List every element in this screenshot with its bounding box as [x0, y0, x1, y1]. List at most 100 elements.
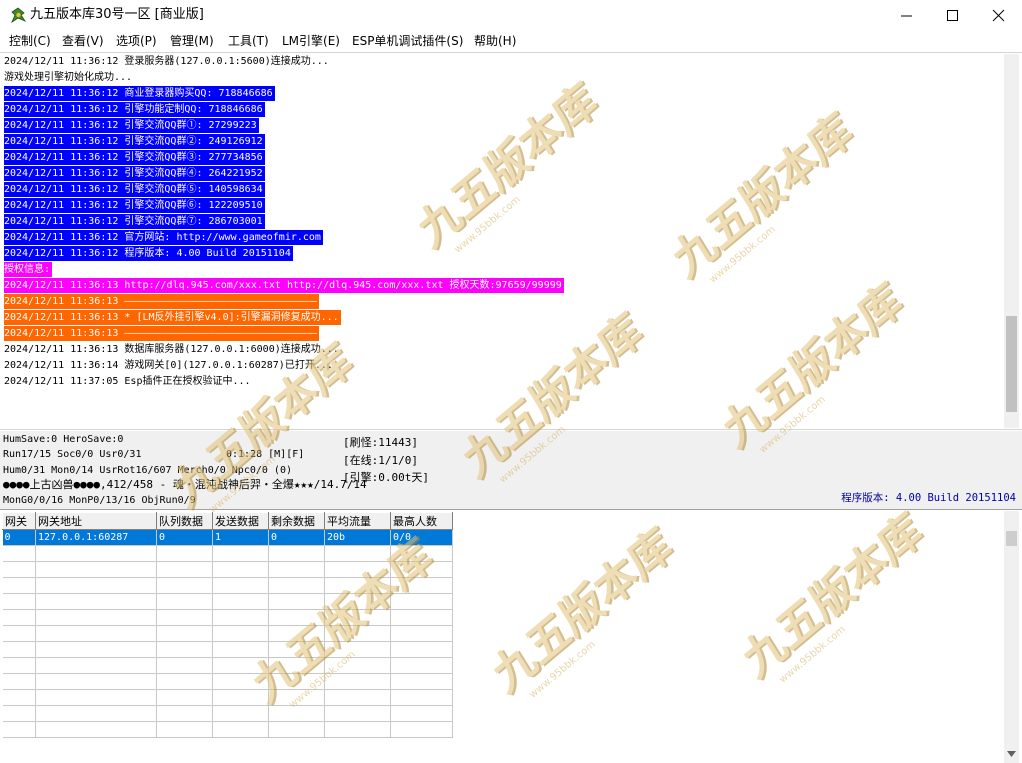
log-line: 2024/12/11 11:36:12 登录服务器(127.0.0.1:5600… [4, 56, 329, 67]
table-cell [390, 561, 453, 578]
table-cell [212, 657, 269, 674]
table-cell [156, 721, 213, 738]
menu-lm-engine[interactable]: LM引擎(E) [282, 32, 340, 50]
table-cell [2, 577, 36, 594]
log-line: 2024/12/11 11:36:14 游戏网关[0](127.0.0.1:60… [4, 360, 333, 371]
table-row[interactable] [2, 561, 453, 578]
table-cell [390, 705, 453, 722]
table-row[interactable] [2, 689, 453, 706]
column-header[interactable]: 队列数据 [156, 512, 213, 530]
log-line: 2024/12/11 11:36:12 引擎交流QQ群⑦: 286703001 [4, 214, 265, 229]
table-cell [390, 721, 453, 738]
table-row[interactable] [2, 657, 453, 674]
table-cell [268, 561, 325, 578]
table-cell [35, 609, 157, 626]
scrollbar-thumb[interactable] [1006, 531, 1017, 546]
table-cell [35, 721, 157, 738]
table-row[interactable] [2, 705, 453, 722]
menu-tools[interactable]: 工具(T) [228, 32, 269, 50]
log-line: 游戏处理引擎初始化成功... [4, 72, 133, 83]
table-cell [324, 561, 391, 578]
table-row[interactable] [2, 577, 453, 594]
table-row[interactable] [2, 625, 453, 642]
app-icon [11, 7, 27, 24]
table-row[interactable] [2, 641, 453, 658]
table-cell [390, 657, 453, 674]
log-line: 2024/12/11 11:36:12 引擎交流QQ群②: 249126912 [4, 134, 265, 149]
table-cell [35, 673, 157, 690]
log-line: 2024/12/11 11:36:12 引擎功能定制QQ: 718846686 [4, 102, 265, 117]
table-cell: 1 [212, 529, 269, 546]
table-cell [35, 689, 157, 706]
table-row[interactable]: 0 127.0.0.1:60287 0 1 0 20b 0/0 [2, 529, 453, 546]
table-cell [212, 625, 269, 642]
log-line: 2024/12/11 11:36:13 ————————————————————… [4, 326, 320, 341]
table-cell [2, 609, 36, 626]
chevron-down-icon[interactable] [1007, 751, 1016, 757]
table-cell: 0 [2, 529, 36, 546]
table-cell [2, 689, 36, 706]
table-cell [156, 641, 213, 658]
column-header[interactable]: 网关 [2, 512, 36, 530]
column-header[interactable]: 网关地址 [35, 512, 157, 530]
table-row[interactable] [2, 593, 453, 610]
close-button[interactable] [976, 0, 1022, 31]
table-cell [324, 625, 391, 642]
table-row[interactable] [2, 721, 453, 738]
table-cell [2, 641, 36, 658]
table-cell [2, 673, 36, 690]
gateway-table[interactable]: 网关 网关地址 队列数据 发送数据 剩余数据 平均流量 最高人数 0 127.0.0.1:60… [2, 512, 453, 738]
table-row[interactable] [2, 609, 453, 626]
table-cell [324, 593, 391, 610]
menu-options[interactable]: 选项(P) [116, 32, 157, 50]
table-row[interactable] [2, 545, 453, 562]
table-cell [2, 721, 36, 738]
log-panel[interactable]: 2024/12/11 11:36:12 登录服务器(127.0.0.1:5600… [0, 52, 1022, 430]
table-cell: 127.0.0.1:60287 [35, 529, 157, 546]
table-cell [35, 641, 157, 658]
menu-help[interactable]: 帮助(H) [474, 32, 516, 50]
log-scrollbar[interactable] [1004, 54, 1019, 428]
menu-manage[interactable]: 管理(M) [170, 32, 214, 50]
minimize-icon [901, 15, 912, 17]
menu-view[interactable]: 查看(V) [62, 32, 104, 50]
column-header[interactable]: 平均流量 [324, 512, 391, 530]
table-cell [35, 545, 157, 562]
table-cell [212, 593, 269, 610]
grid-scrollbar[interactable] [1004, 511, 1019, 763]
status-monster: ●●●●上古凶兽●●●●,412/458 - 魂・混沌战神后羿・全爆★★★/14… [3, 478, 367, 491]
table-cell [35, 657, 157, 674]
status-mong: MonG0/0/16 MonP0/13/16 ObjRun0/9 [3, 495, 196, 506]
menu-bar: 控制(C) 查看(V) 选项(P) 管理(M) 工具(T) LM引擎(E) ES… [0, 31, 1022, 51]
column-header[interactable]: 发送数据 [212, 512, 269, 530]
menu-control[interactable]: 控制(C) [9, 32, 51, 50]
table-cell [268, 641, 325, 658]
table-cell [35, 705, 157, 722]
table-cell [268, 657, 325, 674]
scrollbar-thumb[interactable] [1006, 316, 1017, 412]
column-header[interactable]: 剩余数据 [268, 512, 325, 530]
status-uptime: 0:1:28 [M][F] [226, 449, 305, 460]
log-line: 2024/12/11 11:36:13 http://dlq.945.com/x… [4, 278, 564, 293]
minimize-button[interactable] [884, 0, 930, 31]
table-cell [156, 673, 213, 690]
table-row[interactable] [2, 673, 453, 690]
status-hum: Hum0/31 Mon0/14 UsrRot16/607 Merch0/0 Np… [3, 465, 292, 476]
maximize-button[interactable] [930, 0, 976, 31]
table-cell: 0 [156, 529, 213, 546]
table-cell [35, 577, 157, 594]
menu-esp-plugin[interactable]: ESP单机调试插件(S) [352, 32, 463, 50]
maximize-icon [947, 10, 958, 21]
column-header[interactable]: 最高人数 [390, 512, 453, 530]
table-cell [390, 641, 453, 658]
status-run: Run17/15 Soc0/0 Usr0/31 [3, 449, 142, 460]
log-line: 2024/12/11 11:36:12 引擎交流QQ群④: 264221952 [4, 166, 265, 181]
log-line: 2024/12/11 11:36:13 * [LM反外挂引擎v4.0]:引擎漏洞… [4, 310, 341, 325]
table-cell [390, 609, 453, 626]
table-cell [212, 705, 269, 722]
table-cell [156, 593, 213, 610]
title-bar[interactable]: 九五版本库30号一区 [商业版] [0, 0, 1022, 31]
table-cell [212, 545, 269, 562]
table-cell [2, 705, 36, 722]
table-cell [2, 657, 36, 674]
